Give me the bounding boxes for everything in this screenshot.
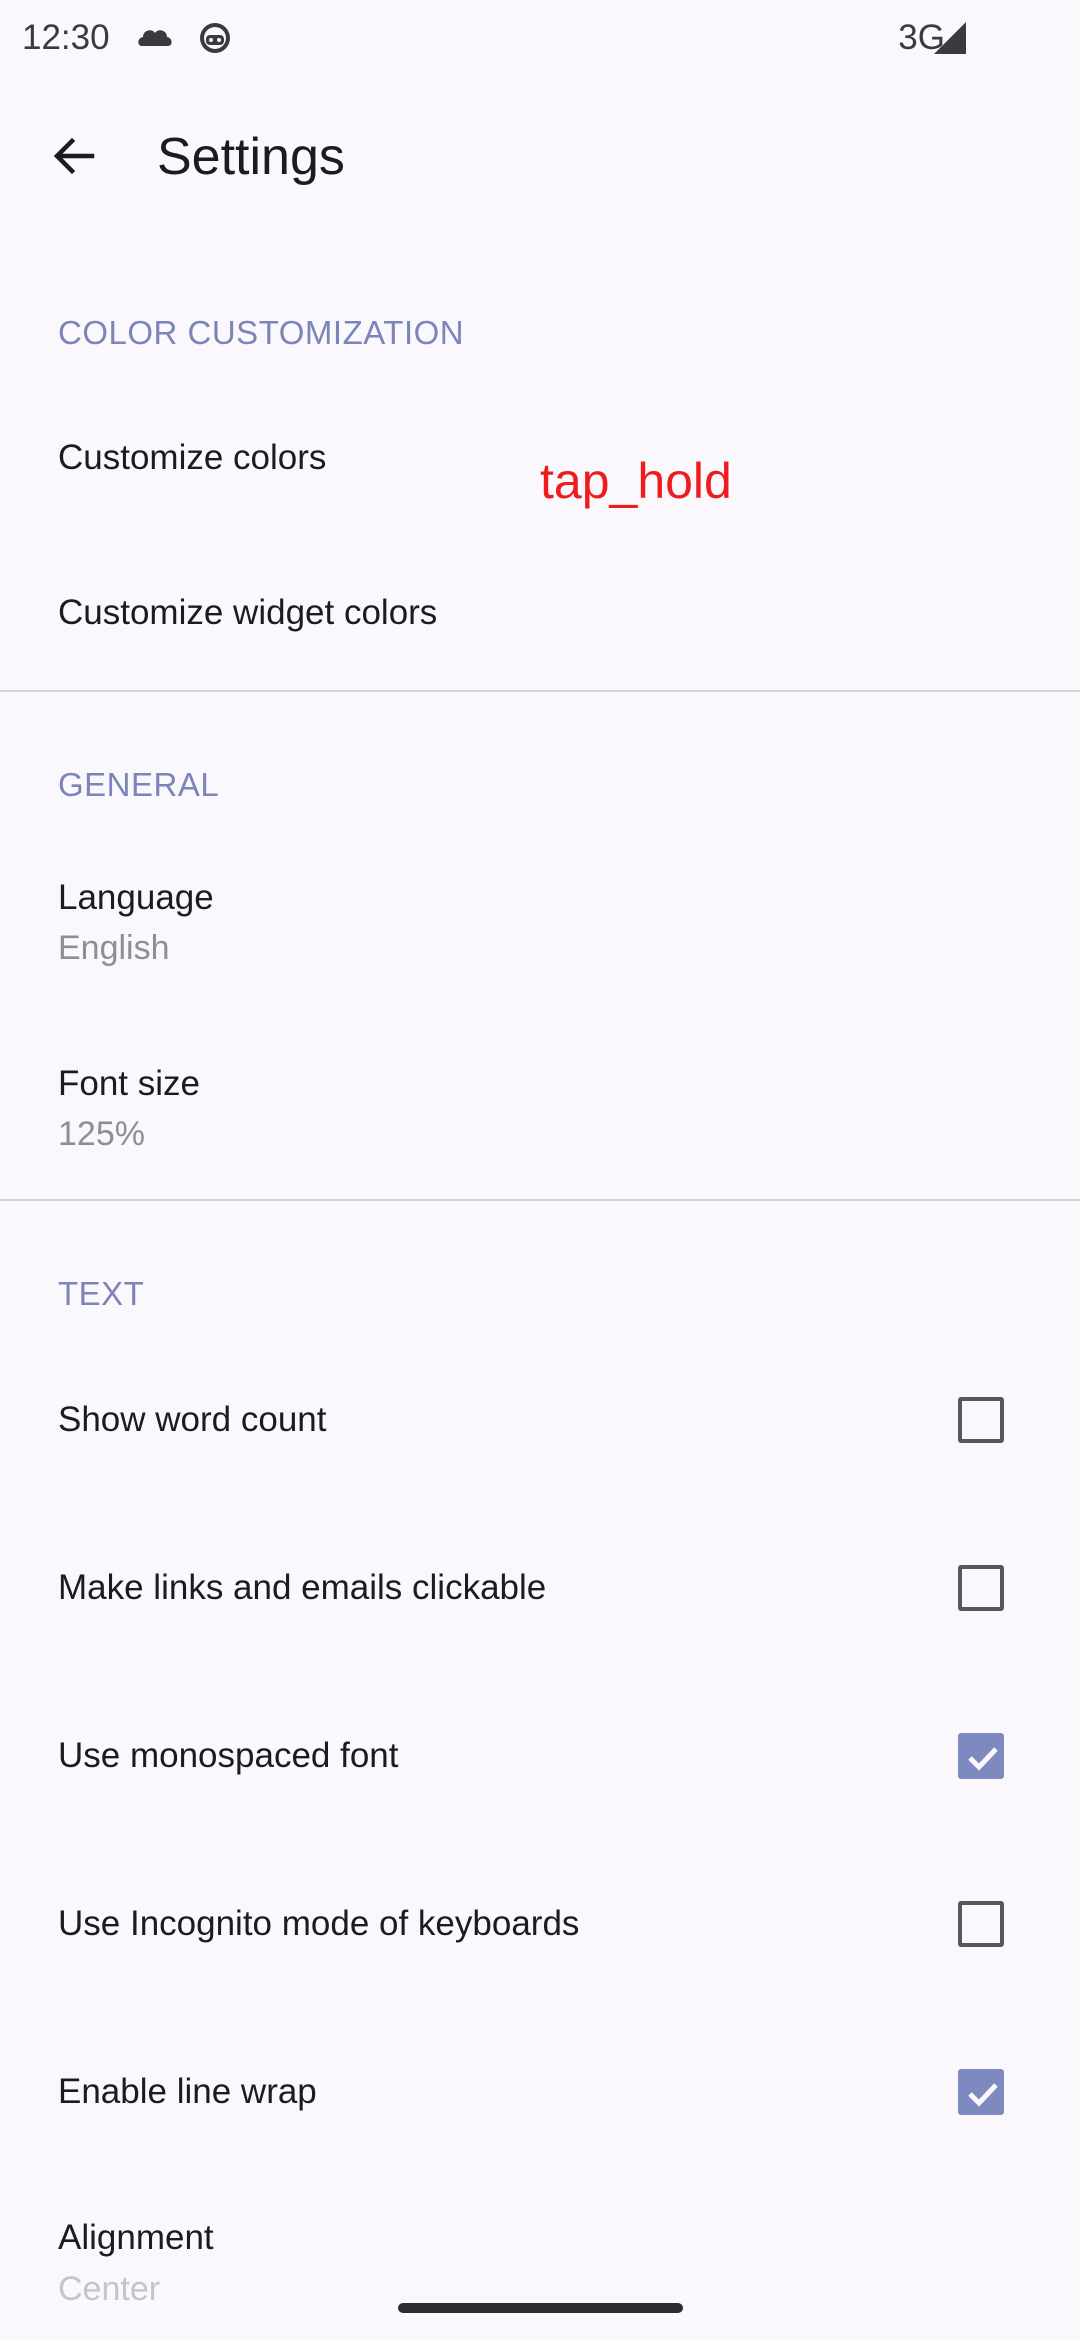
clickable-links-checkbox[interactable] [958,1565,1004,1611]
android-icon [196,20,234,56]
pref-summary: 125% [58,1115,145,1153]
pref-language[interactable]: Language English [0,860,1080,1000]
check-icon [968,2083,998,2107]
monospaced-font-checkbox[interactable] [958,1733,1004,1779]
category-general: GENERAL [58,766,220,803]
status-bar: 12:30 3G [0,0,1080,75]
pref-title: Customize widget colors [58,593,438,632]
pref-summary: Center [58,2270,161,2308]
pref-customize-widget-colors[interactable]: Customize widget colors [0,560,1080,672]
page-title: Settings [157,128,345,186]
category-text: TEXT [58,1275,145,1312]
pref-title: Use monospaced font [58,1736,399,1775]
divider [0,1199,1080,1201]
cloud-icon [136,20,174,56]
pref-show-word-count[interactable]: Show word count [0,1364,1080,1476]
pref-title: Enable line wrap [58,2072,317,2111]
pref-title: Font size [58,1064,200,1103]
pref-clickable-links[interactable]: Make links and emails clickable [0,1532,1080,1644]
status-time: 12:30 [22,18,110,57]
divider [0,690,1080,692]
signal-icon [932,20,968,56]
category-color-customization: COLOR CUSTOMIZATION [58,314,465,351]
pref-incognito-keyboard[interactable]: Use Incognito mode of keyboards [0,1868,1080,1980]
tap-hold-annotation: tap_hold [540,453,732,509]
pref-title: Use Incognito mode of keyboards [58,1904,580,1943]
check-icon [968,1747,998,1771]
pref-title: Make links and emails clickable [58,1568,547,1607]
incognito-keyboard-checkbox[interactable] [958,1901,1004,1947]
arrow-back-icon [50,133,96,184]
back-button[interactable] [28,113,118,203]
show-word-count-checkbox[interactable] [958,1397,1004,1443]
pref-title: Alignment [58,2218,214,2257]
top-app-bar: Settings [0,75,1080,243]
pref-title: Show word count [58,1400,327,1439]
line-wrap-checkbox[interactable] [958,2069,1004,2115]
gesture-handle[interactable] [398,2303,683,2313]
pref-monospaced-font[interactable]: Use monospaced font [0,1700,1080,1812]
pref-alignment[interactable]: Alignment Center [0,2200,1080,2340]
pref-font-size[interactable]: Font size 125% [0,1046,1080,1186]
pref-line-wrap[interactable]: Enable line wrap [0,2036,1080,2148]
pref-title: Language [58,878,214,917]
pref-summary: English [58,929,170,967]
pref-title: Customize colors [58,438,327,477]
